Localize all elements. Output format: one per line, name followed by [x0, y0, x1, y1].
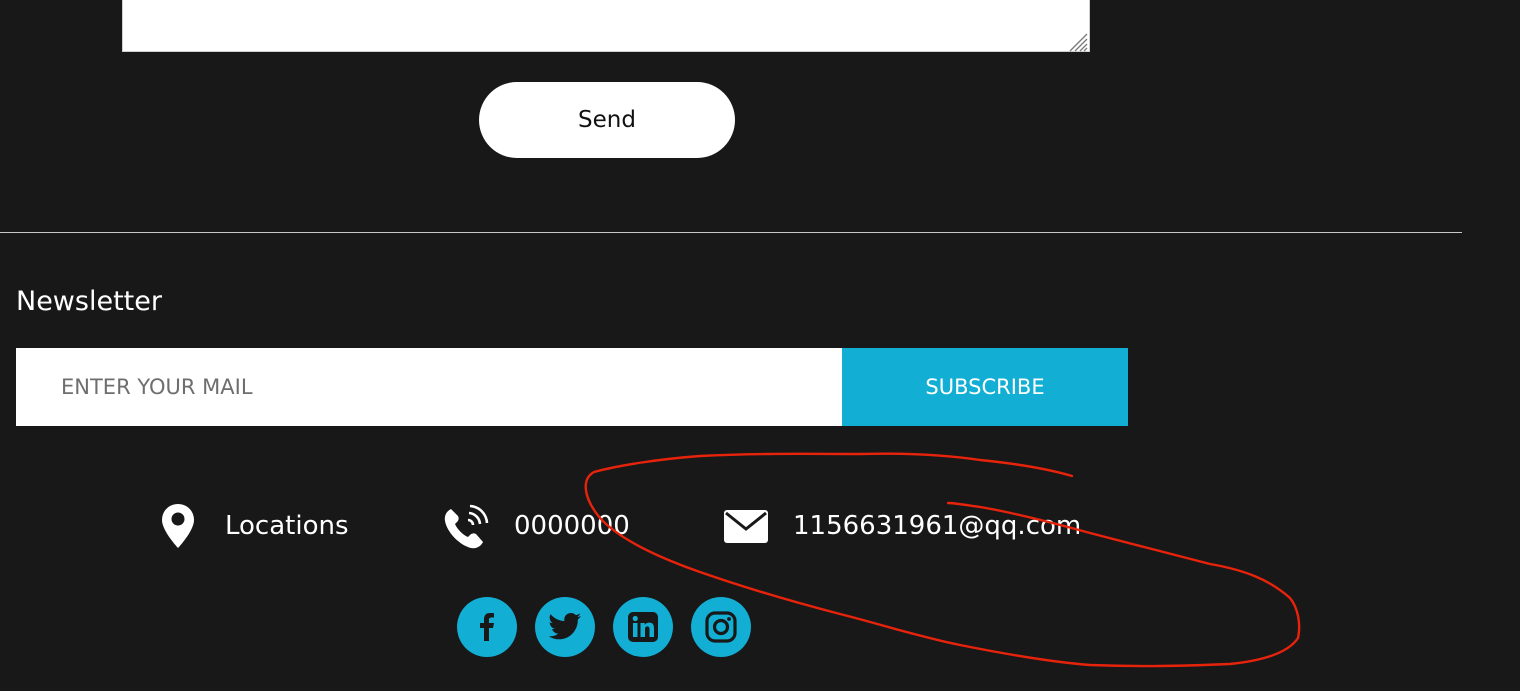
subscribe-button[interactable]: SUBSCRIBE	[842, 348, 1128, 426]
newsletter-title: Newsletter	[16, 286, 162, 317]
email-address: 1156631961@qq.com	[793, 511, 1082, 541]
facebook-icon	[480, 613, 494, 641]
twitter-icon	[548, 612, 581, 640]
linkedin-link[interactable]	[613, 597, 673, 657]
instagram-icon	[705, 611, 737, 643]
message-textarea[interactable]	[122, 0, 1090, 52]
location-label: Locations	[225, 511, 349, 541]
twitter-link[interactable]	[535, 597, 595, 657]
linkedin-icon	[628, 612, 658, 642]
map-pin-icon	[160, 502, 196, 550]
resize-grip-icon[interactable]	[1066, 30, 1088, 52]
section-divider	[0, 232, 1462, 233]
envelope-icon	[722, 506, 770, 546]
red-annotation-ellipse	[584, 452, 1301, 668]
contact-email[interactable]: 1156631961@qq.com	[722, 500, 1081, 552]
newsletter-email-input[interactable]	[16, 348, 842, 426]
facebook-link[interactable]	[457, 597, 517, 657]
contact-location[interactable]: Locations	[160, 500, 349, 552]
phone-number: 0000000	[514, 511, 630, 541]
phone-icon	[442, 501, 492, 551]
contact-phone[interactable]: 0000000	[442, 500, 630, 552]
instagram-link[interactable]	[691, 597, 751, 657]
send-button[interactable]: Send	[479, 82, 735, 158]
